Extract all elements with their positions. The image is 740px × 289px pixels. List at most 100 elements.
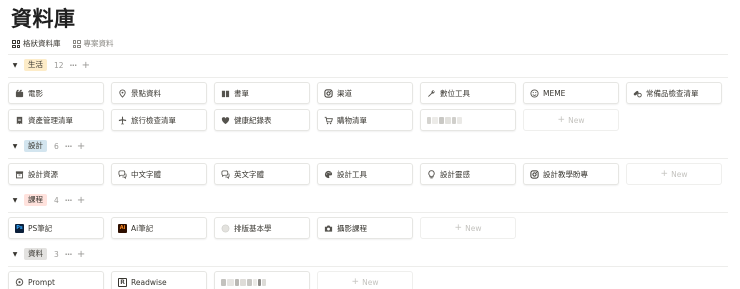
grid-icon [12,40,20,48]
readwise-badge: R [118,277,127,287]
add-icon[interactable]: + [77,249,85,260]
gallery-card[interactable]: 設計工具 [317,163,413,185]
chat-icon [221,169,230,179]
caret-down-icon[interactable]: ▼ [10,251,20,258]
cart-icon [324,116,333,125]
gallery-card[interactable]: R Readwise [111,271,207,289]
gallery-card[interactable]: 設計靈感 [420,163,516,185]
gallery-card[interactable]: 資產管理清單 [8,109,104,131]
group-divider [8,158,728,159]
group-header: ▼ 課程 4 ··· + [8,193,728,207]
add-icon[interactable]: + [82,60,90,71]
group-label: 資料 [24,248,47,260]
gallery-card[interactable] [214,271,310,289]
card-title: 旅行檢查清單 [131,115,176,125]
more-options-icon[interactable]: ··· [65,196,73,205]
instagram-icon [530,169,539,179]
gallery-card[interactable]: 景點資料 [111,82,207,104]
header-divider [8,54,728,55]
redacted-content [221,278,266,286]
card-title: 渠道 [337,88,352,98]
group-3: ▼ 資料 3 ··· + Prompt R Readwise + New [8,247,728,289]
card-title: 中文字體 [131,169,161,179]
card-title: 設計工具 [337,169,367,179]
card-title: 電影 [28,88,43,98]
gallery-card[interactable]: 中文字體 [111,163,207,185]
readwise-icon: R [118,277,127,287]
more-options-icon[interactable]: ··· [65,142,73,151]
photoshop-icon: Ps [15,223,24,233]
card-title: Prompt [28,277,55,287]
new-card-button[interactable]: + New [420,217,516,239]
new-label: New [671,169,688,179]
more-options-icon[interactable]: ··· [65,250,73,259]
card-title: 設計教學盼專 [543,169,588,179]
new-card-button[interactable]: + New [523,109,619,131]
wrench-icon [427,89,436,98]
gallery-card[interactable]: 渠道 [317,82,413,104]
tab-project-data[interactable]: 專案資料 [72,36,115,52]
gallery-card[interactable]: 健康紀錄表 [214,109,310,131]
card-title: 英文字體 [234,169,264,179]
heart-icon [221,116,230,125]
instagram-icon [324,88,333,98]
group-2: ▼ 課程 4 ··· + Ps PS筆記 Ai Ai筆記 排版基本學 攝影課程 + New [8,193,728,243]
smiley-icon [530,88,539,98]
illustrator-badge: Ai [118,223,127,233]
tab-grid-database[interactable]: 格狀資料庫 [11,36,62,55]
group-label: 生活 [24,59,47,71]
gallery-card[interactable]: 書單 [214,82,310,104]
add-icon[interactable]: + [77,195,85,206]
group-1: ▼ 設計 6 ··· + 設計資源 中文字體 英文字體 設計工具 設計靈感 設計教學盼專 + New [8,139,728,189]
gallery-card[interactable]: 攝影課程 [317,217,413,239]
caret-down-icon[interactable]: ▼ [10,197,20,204]
group-divider [8,266,728,267]
card-title: 書單 [234,88,249,98]
gallery-card[interactable]: 排版基本學 [214,217,310,239]
archive-icon [15,170,24,179]
group-count: 12 [54,60,64,70]
grid-icon [72,40,81,48]
group-0: ▼ 生活 12 ··· + 電影 景點資料 書單 渠道 數位工具 MEME 常備品檢查清單資產管理清單… [8,58,728,131]
card-title: 排版基本學 [234,223,272,233]
gallery-card[interactable]: 常備品檢查清單 [626,82,722,104]
card-title: 設計靈感 [440,169,470,179]
caret-down-icon[interactable]: ▼ [10,62,20,69]
gallery-card[interactable]: MEME [523,82,619,104]
more-options-icon[interactable]: ··· [70,61,78,70]
location-pin-icon [118,88,127,98]
gallery-card[interactable]: 數位工具 [420,82,516,104]
group-label: 設計 [24,140,47,152]
card-title: Ai筆記 [131,223,154,233]
gallery-card[interactable]: 旅行檢查清單 [111,109,207,131]
gallery-card[interactable]: 設計資源 [8,163,104,185]
book-icon [221,89,230,98]
gallery-card[interactable]: 設計教學盼專 [523,163,619,185]
card-title: 常備品檢查清單 [646,88,699,98]
airplane-icon [118,116,127,125]
caret-down-icon[interactable]: ▼ [10,143,20,150]
speech-bubble-icon [15,277,24,287]
group-header: ▼ 生活 12 ··· + [8,58,728,72]
group-count: 6 [54,141,59,151]
pills-icon [633,89,642,98]
new-card-button[interactable]: + New [626,163,722,185]
gallery-card[interactable]: Ps PS筆記 [8,217,104,239]
camera-icon [324,224,333,233]
film-icon [15,89,24,98]
gallery-card[interactable]: 英文字體 [214,163,310,185]
redacted-content [427,116,462,124]
add-icon[interactable]: + [77,141,85,152]
gallery-card[interactable]: Prompt [8,271,104,289]
gallery-card[interactable] [420,109,516,131]
card-title: 攝影課程 [337,223,367,233]
gallery-card[interactable]: 購物清單 [317,109,413,131]
gallery-card[interactable]: Ai Ai筆記 [111,217,207,239]
new-card-button[interactable]: + New [317,271,413,289]
gallery-card[interactable]: 電影 [8,82,104,104]
group-divider [8,212,728,213]
group-header: ▼ 設計 6 ··· + [8,139,728,153]
plus-icon: + [454,223,463,233]
chat-icon [118,169,127,179]
new-label: New [568,115,585,125]
